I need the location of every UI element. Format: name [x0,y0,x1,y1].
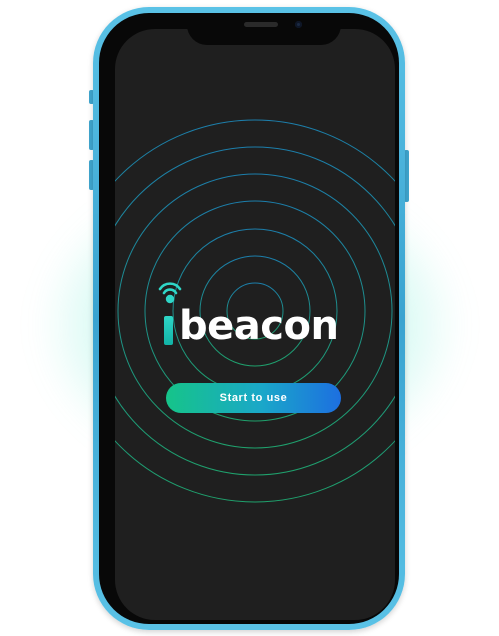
logo-text: beacon [179,303,339,349]
logo-i-stem [164,316,173,345]
notch [187,13,341,45]
front-camera [295,21,302,28]
app-screen: beacon Start to use [115,29,395,620]
phone-frame: beacon Start to use [93,7,405,630]
home-indicator [205,608,305,612]
phone-bezel: beacon Start to use [99,13,399,624]
speaker-grille [244,22,278,27]
start-button[interactable]: Start to use [166,383,341,413]
ibeacon-logo: beacon [158,274,349,354]
phone-mockup-stage: beacon Start to use [0,0,499,636]
